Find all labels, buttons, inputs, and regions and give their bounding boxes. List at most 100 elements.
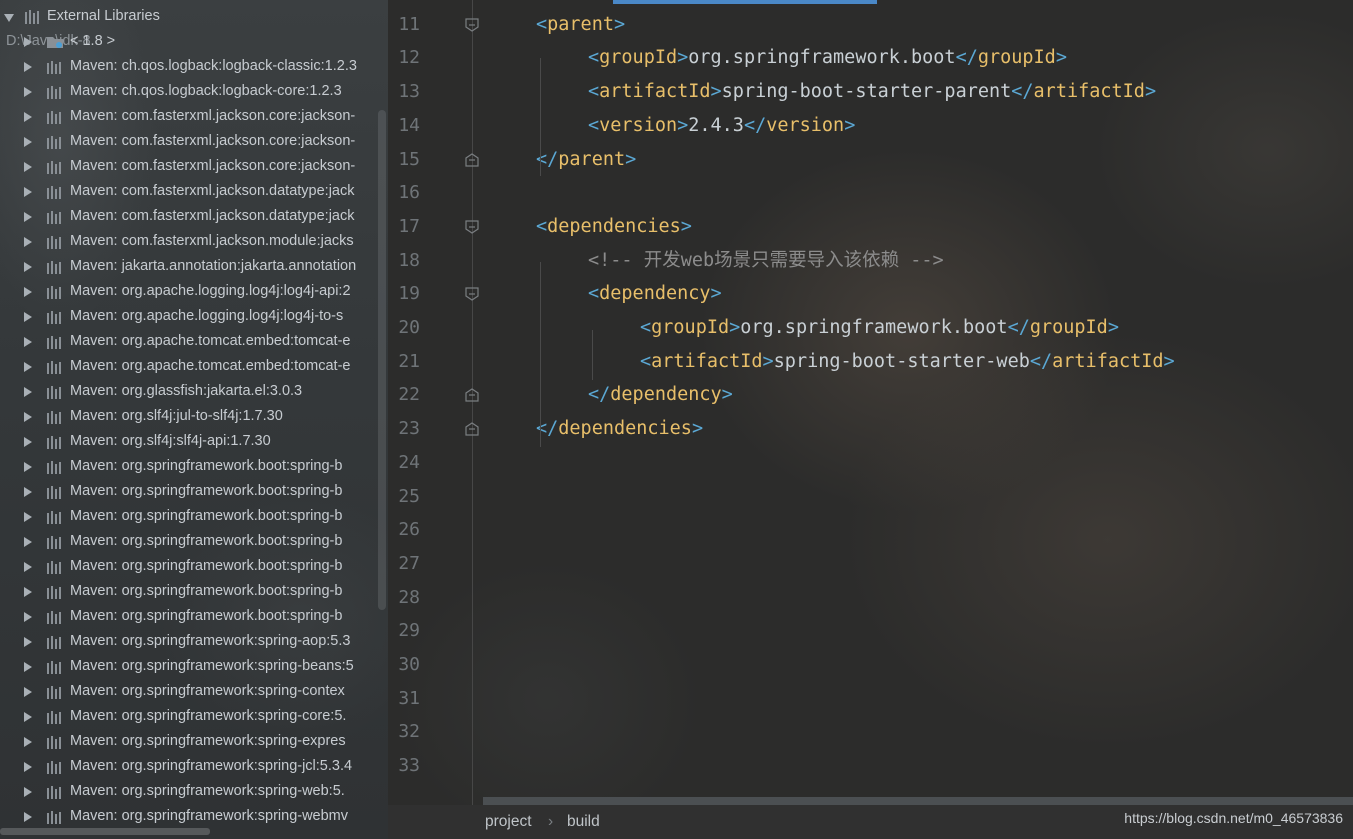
tree-node-maven-library[interactable]: Maven: org.slf4j:slf4j-api:1.7.30 — [0, 429, 388, 454]
chevron-right-icon[interactable] — [24, 687, 32, 697]
tree-node-label: Maven: org.springframework.boot:spring-b — [70, 583, 343, 599]
chevron-right-icon[interactable] — [24, 537, 32, 547]
tree-node-maven-library[interactable]: Maven: org.apache.logging.log4j:log4j-to… — [0, 304, 388, 329]
breadcrumb-item-project[interactable]: project — [485, 813, 532, 831]
tree-node-maven-library[interactable]: Maven: org.apache.tomcat.embed:tomcat-e — [0, 354, 388, 379]
project-tree-panel[interactable]: External Libraries < 1.8 >D:\Java\jdk-8 M… — [0, 0, 388, 839]
chevron-right-icon[interactable] — [24, 187, 32, 197]
tree-node-maven-library[interactable]: Maven: org.apache.logging.log4j:log4j-ap… — [0, 279, 388, 304]
chevron-right-icon[interactable] — [24, 87, 32, 97]
code-line: <parent> — [536, 8, 625, 42]
chevron-right-icon[interactable] — [24, 787, 32, 797]
tree-node-maven-library[interactable]: Maven: org.springframework.boot:spring-b — [0, 454, 388, 479]
tree-node-maven-library[interactable]: Maven: org.springframework:spring-core:5… — [0, 704, 388, 729]
indent-guide — [540, 262, 541, 447]
xml-text: org.springframework.boot — [688, 47, 956, 69]
chevron-right-icon[interactable] — [24, 362, 32, 372]
editor-horizontal-scrollbar[interactable] — [483, 797, 1353, 805]
tree-node-maven-library[interactable]: Maven: com.fasterxml.jackson.core:jackso… — [0, 154, 388, 179]
tree-node-maven-library[interactable]: Maven: org.springframework:spring-expres — [0, 729, 388, 754]
sidebar-vertical-scrollbar[interactable] — [378, 110, 386, 610]
chevron-down-icon[interactable] — [4, 14, 14, 22]
chevron-right-icon[interactable] — [24, 337, 32, 347]
fold-collapse-icon[interactable] — [465, 220, 479, 234]
tree-node-maven-library[interactable]: Maven: com.fasterxml.jackson.datatype:ja… — [0, 179, 388, 204]
tree-node-maven-library[interactable]: Maven: jakarta.annotation:jakarta.annota… — [0, 254, 388, 279]
fold-end-icon[interactable] — [465, 422, 479, 436]
tree-node-maven-library[interactable]: Maven: com.fasterxml.jackson.core:jackso… — [0, 129, 388, 154]
tree-node-maven-library[interactable]: Maven: org.springframework:spring-beans:… — [0, 654, 388, 679]
chevron-right-icon[interactable] — [24, 637, 32, 647]
fold-end-icon[interactable] — [465, 388, 479, 402]
tree-node-external-libraries[interactable]: External Libraries — [0, 4, 388, 29]
fold-collapse-icon[interactable] — [465, 287, 479, 302]
chevron-right-icon[interactable] — [24, 137, 32, 147]
chevron-right-icon[interactable] — [24, 812, 32, 822]
chevron-right-icon[interactable] — [24, 612, 32, 622]
tree-node-maven-library[interactable]: Maven: org.apache.tomcat.embed:tomcat-e — [0, 329, 388, 354]
tree-node-label: Maven: org.apache.tomcat.embed:tomcat-e — [70, 358, 351, 374]
xml-bracket: > — [625, 148, 637, 170]
tree-node-maven-library[interactable]: Maven: org.springframework.boot:spring-b — [0, 604, 388, 629]
chevron-right-icon[interactable] — [24, 512, 32, 522]
tree-node-maven-library[interactable]: Maven: org.springframework.boot:spring-b — [0, 529, 388, 554]
xml-text: spring-boot-starter-web — [773, 350, 1030, 372]
chevron-right-icon[interactable] — [24, 387, 32, 397]
chevron-right-icon[interactable] — [24, 287, 32, 297]
chevron-right-icon[interactable] — [24, 237, 32, 247]
tree-node-maven-library[interactable]: Maven: com.fasterxml.jackson.module:jack… — [0, 229, 388, 254]
tree-node-maven-library[interactable]: Maven: org.springframework.boot:spring-b — [0, 579, 388, 604]
chevron-right-icon[interactable] — [24, 587, 32, 597]
chevron-right-icon[interactable] — [24, 662, 32, 672]
fold-end-icon[interactable] — [465, 152, 479, 167]
sidebar-horizontal-scrollbar[interactable] — [0, 828, 210, 835]
tree-node-label: Maven: com.fasterxml.jackson.core:jackso… — [70, 158, 356, 174]
tree-node-maven-library[interactable]: Maven: org.springframework:spring-jcl:5.… — [0, 754, 388, 779]
chevron-right-icon[interactable] — [24, 37, 32, 47]
xml-tag-name: artifactId — [1052, 350, 1164, 372]
tree-node-maven-library[interactable]: Maven: org.springframework:spring-aop:5.… — [0, 629, 388, 654]
chevron-right-icon[interactable] — [24, 412, 32, 422]
code-line: </dependency> — [588, 378, 733, 412]
code-line: <version>2.4.3</version> — [588, 109, 855, 143]
chevron-right-icon[interactable] — [24, 487, 32, 497]
tree-node-label: Maven: org.slf4j:jul-to-slf4j:1.7.30 — [70, 408, 283, 424]
chevron-right-icon[interactable] — [24, 262, 32, 272]
chevron-right-icon[interactable] — [24, 312, 32, 322]
tree-node-label: Maven: ch.qos.logback:logback-core:1.2.3 — [70, 83, 342, 99]
chevron-right-icon[interactable] — [24, 737, 32, 747]
tree-node-maven-library[interactable]: Maven: org.springframework.boot:spring-b — [0, 504, 388, 529]
tree-node-maven-library[interactable]: Maven: com.fasterxml.jackson.datatype:ja… — [0, 204, 388, 229]
xml-bracket: < — [588, 81, 600, 103]
tree-node-maven-library[interactable]: Maven: org.glassfish:jakarta.el:3.0.3 — [0, 379, 388, 404]
xml-tag-name: version — [766, 114, 845, 136]
tree-node-maven-library[interactable]: Maven: org.springframework:spring-contex — [0, 679, 388, 704]
tree-node-maven-library[interactable]: Maven: ch.qos.logback:logback-classic:1.… — [0, 54, 388, 79]
library-icon — [47, 236, 61, 249]
tree-node-maven-library[interactable]: Maven: org.springframework:spring-webmv — [0, 804, 388, 829]
tree-node-jdk[interactable]: < 1.8 >D:\Java\jdk-8 — [0, 29, 388, 54]
library-icon — [47, 586, 61, 599]
chevron-right-icon[interactable] — [24, 162, 32, 172]
breadcrumb-item-build[interactable]: build — [567, 813, 600, 831]
chevron-right-icon[interactable] — [24, 62, 32, 72]
xml-bracket: </ — [588, 384, 611, 406]
tree-node-label: Maven: com.fasterxml.jackson.core:jackso… — [70, 133, 356, 149]
chevron-right-icon[interactable] — [24, 562, 32, 572]
tree-node-maven-library[interactable]: Maven: ch.qos.logback:logback-core:1.2.3 — [0, 79, 388, 104]
tree-node-maven-library[interactable]: Maven: com.fasterxml.jackson.core:jackso… — [0, 104, 388, 129]
fold-collapse-icon[interactable] — [465, 18, 479, 32]
tree-node-maven-library[interactable]: Maven: org.slf4j:jul-to-slf4j:1.7.30 — [0, 404, 388, 429]
tree-node-maven-library[interactable]: Maven: org.springframework.boot:spring-b — [0, 554, 388, 579]
code-editor[interactable]: 1011121314151617181920212223242526272829… — [388, 0, 1353, 805]
chevron-right-icon[interactable] — [24, 112, 32, 122]
tree-node-maven-library[interactable]: Maven: org.springframework.boot:spring-b — [0, 479, 388, 504]
chevron-right-icon[interactable] — [24, 437, 32, 447]
chevron-right-icon[interactable] — [24, 212, 32, 222]
tree-node-maven-library[interactable]: Maven: org.springframework:spring-web:5. — [0, 779, 388, 804]
xml-tag-name: dependencies — [558, 418, 692, 440]
chevron-right-icon[interactable] — [24, 462, 32, 472]
chevron-right-icon[interactable] — [24, 712, 32, 722]
library-icon — [47, 411, 61, 424]
chevron-right-icon[interactable] — [24, 762, 32, 772]
